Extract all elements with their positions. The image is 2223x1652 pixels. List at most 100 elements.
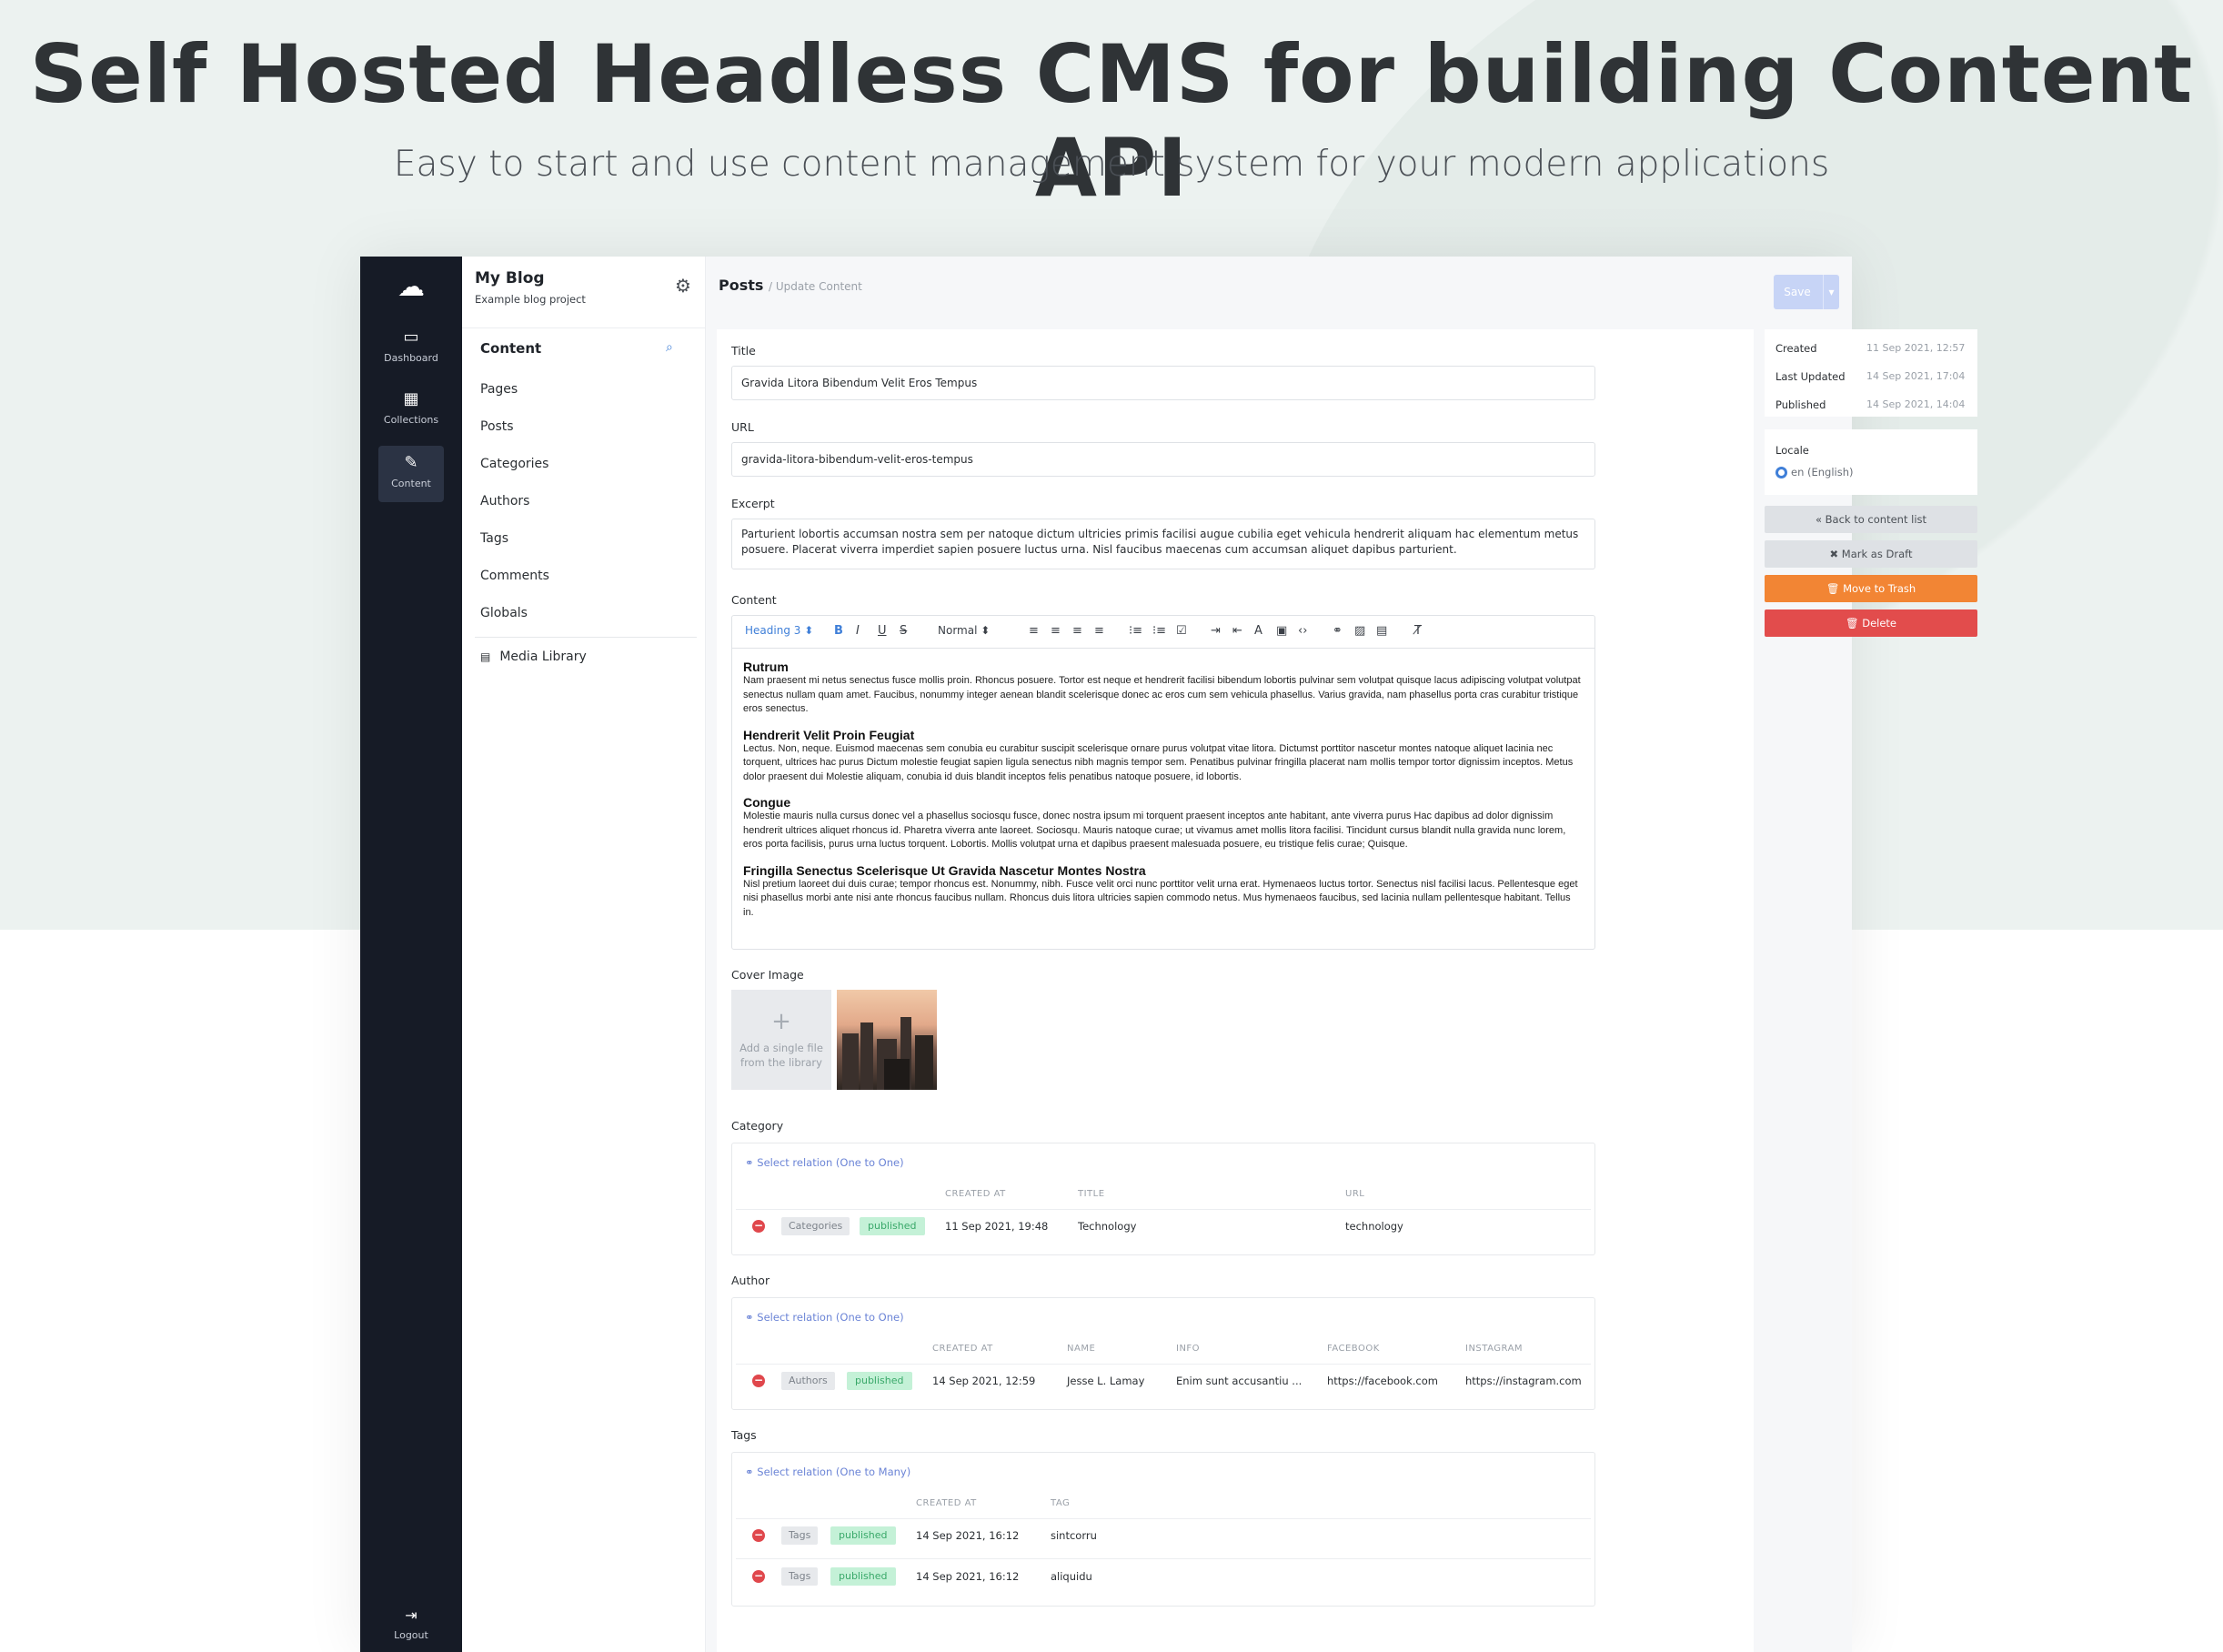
- link-icon[interactable]: ⚭: [1333, 624, 1343, 638]
- bold-icon[interactable]: B: [834, 624, 843, 638]
- clear-format-icon[interactable]: T̸: [1414, 624, 1422, 638]
- url-cell: technology: [1345, 1220, 1403, 1233]
- cover-image-thumbnail[interactable]: [837, 990, 937, 1090]
- remove-icon[interactable]: −: [752, 1375, 765, 1387]
- content-paragraph: Lectus. Non, neque. Euismod maecenas sem…: [743, 742, 1574, 782]
- images-icon: ▤: [480, 650, 491, 663]
- video-icon[interactable]: ▤: [1376, 624, 1387, 638]
- delete-button[interactable]: 🗑 Delete: [1765, 609, 1977, 637]
- project-subtitle: Example blog project: [475, 293, 586, 306]
- remove-icon[interactable]: −: [752, 1529, 765, 1542]
- content-paragraph: Nisl pretium laoreet dui duis curae; tem…: [743, 878, 1578, 918]
- logout-label: Logout: [394, 1629, 428, 1641]
- select-relation-link[interactable]: ⚭ Select relation (One to One): [745, 1156, 904, 1169]
- mark-as-draft-button[interactable]: ✖ Mark as Draft: [1765, 540, 1977, 568]
- category-relation: ⚭ Select relation (One to One) CREATED A…: [731, 1143, 1595, 1255]
- sidebar-item-authors[interactable]: Authors: [480, 494, 529, 509]
- column-header: INFO: [1176, 1344, 1201, 1354]
- align-left-icon[interactable]: ≡: [1029, 624, 1039, 638]
- excerpt-field[interactable]: Parturient lobortis accumsan nostra sem …: [731, 519, 1595, 569]
- status-badge: published: [830, 1567, 896, 1586]
- checklist-icon[interactable]: ☑: [1176, 624, 1187, 638]
- size-select[interactable]: Normal ⬍: [938, 624, 990, 637]
- plus-icon: +: [771, 1008, 791, 1035]
- code-icon[interactable]: ‹›: [1298, 624, 1307, 638]
- chevron-down-icon[interactable]: ▾: [1823, 275, 1839, 309]
- breadcrumb: Posts / Update Content: [719, 277, 862, 294]
- remove-icon[interactable]: −: [752, 1570, 765, 1583]
- bullet-list-icon[interactable]: ⁝≡: [1152, 624, 1166, 638]
- grid-icon: ▦: [403, 389, 419, 408]
- divider: [736, 1364, 1591, 1365]
- sidebar-item-posts[interactable]: Posts: [480, 419, 514, 434]
- column-header: CREATED AT: [916, 1498, 977, 1508]
- rail-item-label: Collections: [383, 414, 439, 426]
- content-heading: Congue: [743, 795, 791, 810]
- editor-body[interactable]: Rutrum Nam praesent mi netus senectus fu…: [732, 649, 1594, 931]
- monitor-icon: ▭: [403, 327, 419, 347]
- ordered-list-icon[interactable]: ⁝≡: [1129, 624, 1142, 638]
- add-cover-label: Add a single file from the library: [739, 1042, 823, 1069]
- select-relation-label: Select relation (One to Many): [757, 1466, 911, 1478]
- align-justify-icon[interactable]: ≡: [1094, 624, 1104, 638]
- gear-icon[interactable]: ⚙: [675, 275, 691, 297]
- tag-cell: aliquidu: [1051, 1570, 1092, 1583]
- select-relation-label: Select relation (One to One): [757, 1311, 904, 1324]
- rich-text-editor[interactable]: Heading 3 ⬍ B I U S Normal ⬍ ≡ ≡ ≡ ≡ ⁝≡ …: [731, 615, 1595, 950]
- indent-icon[interactable]: ⇥: [1211, 624, 1221, 638]
- app-logo-icon[interactable]: ☁: [395, 271, 428, 304]
- url-label: URL: [731, 420, 754, 434]
- sidebar-item-pages[interactable]: Pages: [480, 382, 518, 397]
- outdent-icon[interactable]: ⇤: [1232, 624, 1242, 638]
- collection-badge: Tags: [781, 1526, 819, 1545]
- sidebar-item-comments[interactable]: Comments: [480, 569, 549, 583]
- align-center-icon[interactable]: ≡: [1051, 624, 1061, 638]
- column-header: FACEBOOK: [1327, 1344, 1380, 1354]
- select-relation-link[interactable]: ⚭ Select relation (One to Many): [745, 1466, 910, 1478]
- select-relation-link[interactable]: ⚭ Select relation (One to One): [745, 1311, 904, 1324]
- url-field[interactable]: gravida-litora-bibendum-velit-eros-tempu…: [731, 442, 1595, 477]
- column-header: INSTAGRAM: [1465, 1344, 1524, 1354]
- column-header: URL: [1345, 1189, 1365, 1199]
- content-label: Content: [731, 593, 777, 607]
- tags-relation: ⚭ Select relation (One to Many) CREATED …: [731, 1452, 1595, 1607]
- remove-icon[interactable]: −: [752, 1220, 765, 1233]
- add-cover-button[interactable]: + Add a single file from the library: [731, 990, 831, 1090]
- select-relation-label: Select relation (One to One): [757, 1156, 904, 1169]
- sidebar-item-categories[interactable]: Categories: [480, 457, 548, 471]
- tag-cell: sintcorru: [1051, 1529, 1097, 1542]
- rail-item-label: Dashboard: [384, 352, 438, 364]
- text-color-icon[interactable]: A: [1254, 624, 1262, 638]
- status-badge: published: [847, 1372, 912, 1390]
- hero-subtitle: Easy to start and use content management…: [393, 144, 1830, 185]
- strikethrough-icon[interactable]: S: [900, 624, 907, 638]
- collection-badge: Authors: [781, 1372, 835, 1390]
- title-field[interactable]: Gravida Litora Bibendum Velit Eros Tempu…: [731, 366, 1595, 400]
- locale-radio[interactable]: [1775, 467, 1787, 478]
- breadcrumb-posts[interactable]: Posts: [719, 277, 763, 294]
- italic-icon[interactable]: I: [856, 624, 860, 638]
- align-right-icon[interactable]: ≡: [1072, 624, 1082, 638]
- info-cell: Enim sunt accusantiu ...: [1176, 1375, 1303, 1387]
- search-icon[interactable]: ⌕: [666, 340, 673, 355]
- divider: [736, 1209, 1591, 1210]
- breadcrumb-current: / Update Content: [769, 280, 862, 293]
- rail-item-dashboard[interactable]: ▭ Dashboard: [378, 320, 444, 377]
- status-badge: published: [830, 1526, 896, 1545]
- back-to-list-button[interactable]: « Back to content list: [1765, 506, 1977, 533]
- author-label: Author: [731, 1274, 770, 1287]
- rail-item-collections[interactable]: ▦ Collections: [378, 382, 444, 438]
- move-to-trash-button[interactable]: 🗑 Move to Trash: [1765, 575, 1977, 602]
- image-icon[interactable]: ▨: [1354, 624, 1365, 638]
- sidebar-item-globals[interactable]: Globals: [480, 606, 528, 620]
- created-label: Created: [1775, 342, 1817, 355]
- highlight-icon[interactable]: ▣: [1276, 624, 1287, 638]
- rail-item-content[interactable]: ✎ Content: [378, 446, 444, 502]
- heading-select[interactable]: Heading 3 ⬍: [745, 624, 813, 637]
- sidebar-item-media-library[interactable]: ▤ Media Library: [480, 650, 587, 664]
- save-button[interactable]: Save ▾: [1774, 275, 1839, 309]
- collection-badge: Tags: [781, 1567, 819, 1586]
- sidebar-item-tags[interactable]: Tags: [480, 531, 508, 546]
- logout-button[interactable]: ⇥ Logout: [378, 1607, 444, 1641]
- underline-icon[interactable]: U: [878, 624, 887, 638]
